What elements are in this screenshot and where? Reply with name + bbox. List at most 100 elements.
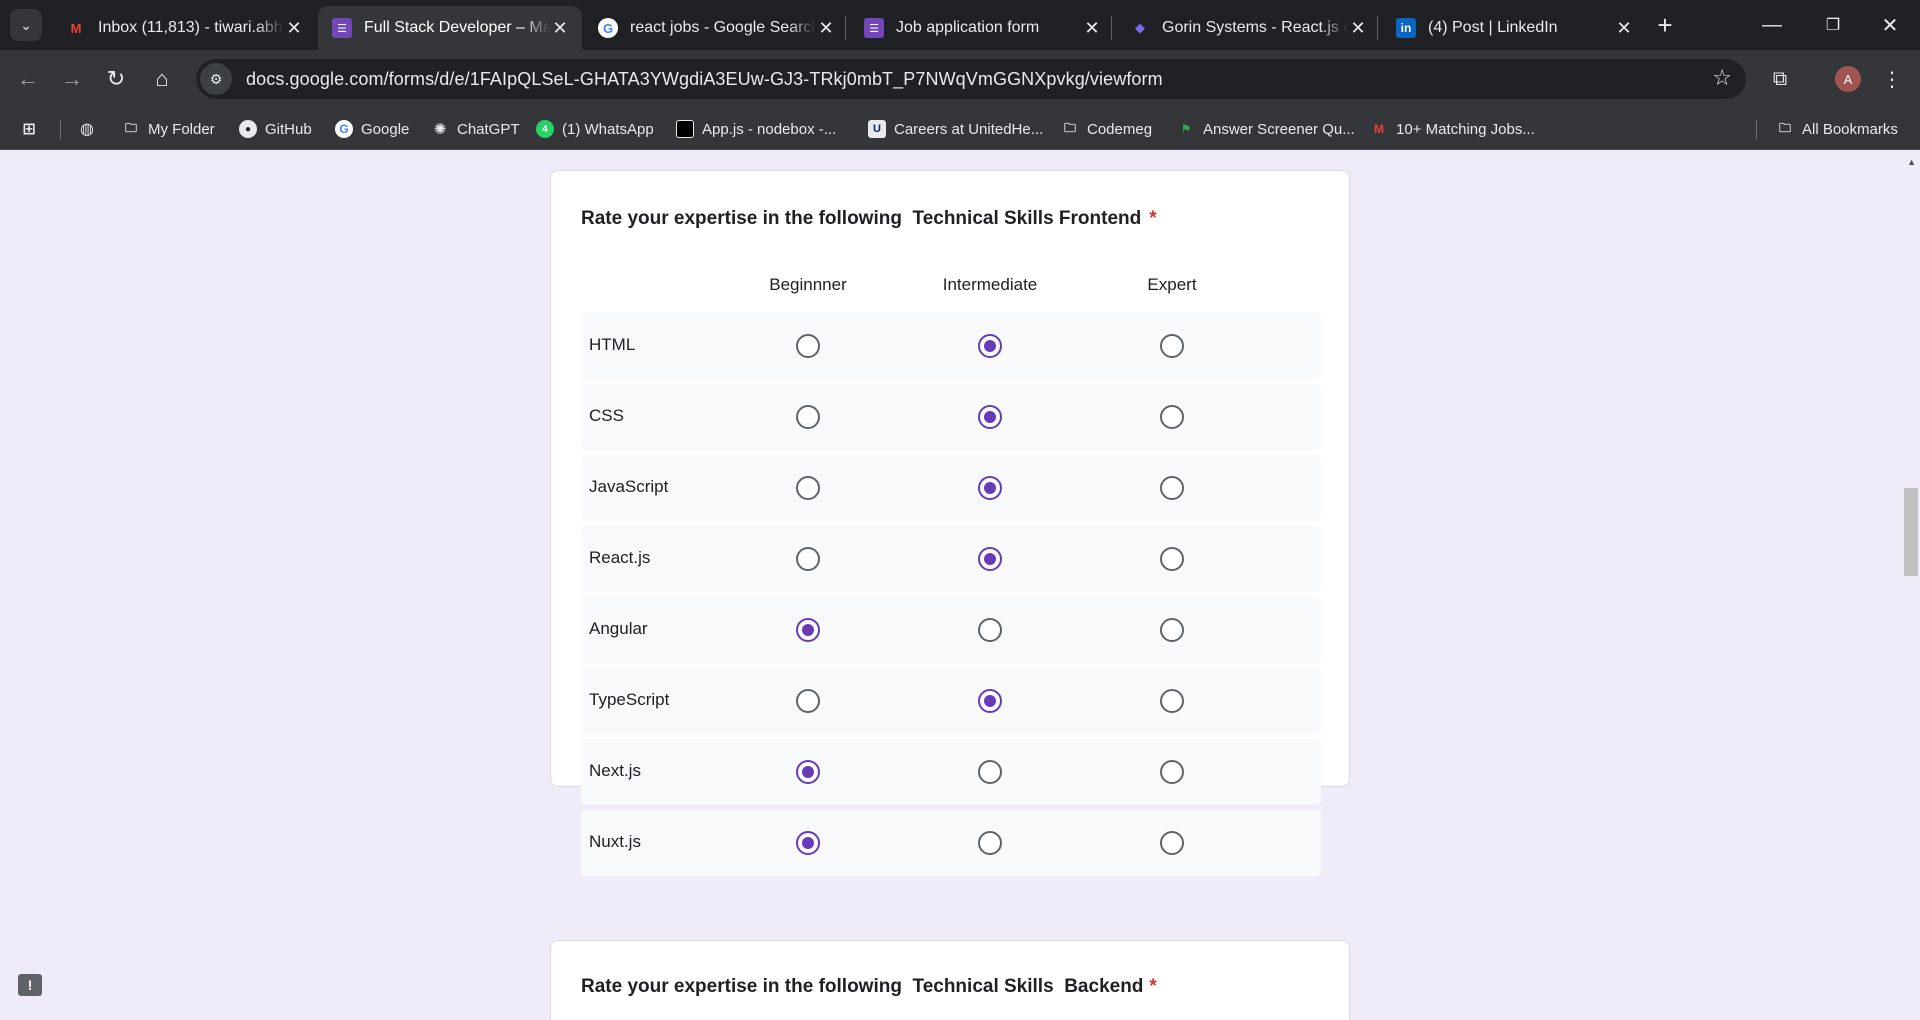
google-forms-icon: ☰ — [332, 18, 352, 38]
scrollbar-thumb[interactable] — [1904, 488, 1918, 576]
radio-intermediate[interactable] — [978, 618, 1002, 642]
bookmark-matching-jobs[interactable]: M 10+ Matching Jobs... — [1370, 118, 1535, 140]
url-text[interactable]: docs.google.com/forms/d/e/1FAIpQLSeL-GHA… — [246, 69, 1163, 90]
tab-gmail[interactable]: M Inbox (11,813) - tiwari.abhi ✕ — [52, 6, 316, 50]
bookmark-my-folder[interactable]: 🗀 My Folder — [122, 118, 215, 140]
bookmark-globe[interactable]: ◍ — [78, 118, 96, 140]
bookmark-nodebox[interactable]: App.js - nodebox -... — [676, 118, 836, 140]
bookmark-github[interactable]: ● GitHub — [239, 118, 312, 140]
address-bar[interactable]: ⚙ docs.google.com/forms/d/e/1FAIpQLSeL-G… — [196, 59, 1746, 99]
bookmark-unitedhealth[interactable]: U Careers at UnitedHe... — [868, 118, 1043, 140]
tab-linkedin[interactable]: in (4) Post | LinkedIn ✕ — [1382, 6, 1646, 50]
row-label: Next.js — [589, 761, 641, 780]
bookmark-chatgpt[interactable]: ✺ ChatGPT — [431, 118, 520, 140]
radio-expert[interactable] — [1160, 831, 1184, 855]
tab-title: Inbox (11,813) - tiwari.abhi — [98, 19, 284, 36]
radio-expert[interactable] — [1160, 689, 1184, 713]
bookmark-answer-screener[interactable]: ⚑ Answer Screener Qu... — [1177, 118, 1355, 140]
radio-dot — [984, 411, 996, 423]
radio-beginner[interactable] — [796, 689, 820, 713]
github-icon: ● — [239, 120, 257, 138]
grid-row-react-js: React.js — [581, 526, 1321, 592]
radio-expert[interactable] — [1160, 476, 1184, 500]
radio-intermediate[interactable] — [978, 689, 1002, 713]
radio-beginner[interactable] — [796, 760, 820, 784]
scroll-up-arrow-icon[interactable]: ▲ — [1907, 157, 1916, 167]
tab-job-application-form[interactable]: ☰ Job application form ✕ — [850, 6, 1114, 50]
radio-expert[interactable] — [1160, 405, 1184, 429]
radio-intermediate[interactable] — [978, 760, 1002, 784]
radio-dot — [802, 837, 814, 849]
restore-button[interactable]: ❐ — [1805, 4, 1861, 46]
close-icon[interactable]: ✕ — [816, 18, 836, 39]
tab-gorin-systems[interactable]: ◆ Gorin Systems - React.js & ✕ — [1116, 6, 1380, 50]
tab-separator — [1377, 16, 1378, 40]
report-feedback-button[interactable]: ! — [18, 974, 42, 996]
grid-row-javascript: JavaScript — [581, 455, 1321, 521]
arrow-left-icon: ← — [17, 66, 39, 91]
radio-beginner[interactable] — [796, 831, 820, 855]
minimize-icon: — — [1762, 13, 1782, 36]
radio-beginner[interactable] — [796, 334, 820, 358]
tab-strip: ⌄ M Inbox (11,813) - tiwari.abhi ✕ ☰ Ful… — [0, 0, 1920, 50]
row-label: HTML — [589, 335, 636, 354]
radio-beginner[interactable] — [796, 476, 820, 500]
home-button[interactable]: ⌂ — [146, 63, 178, 95]
apps-button[interactable]: ⊞ — [20, 118, 38, 140]
tab-full-stack-developer[interactable]: ☰ Full Stack Developer – Mas ✕ — [318, 6, 582, 50]
tab-title: Job application form — [896, 19, 1040, 36]
radio-intermediate[interactable] — [978, 405, 1002, 429]
bookmark-codemeg[interactable]: 🗀 Codemeg — [1061, 118, 1152, 140]
radio-beginner[interactable] — [796, 547, 820, 571]
radio-expert[interactable] — [1160, 760, 1184, 784]
profile-avatar[interactable]: A — [1835, 66, 1861, 92]
reload-button[interactable]: ↻ — [100, 63, 132, 95]
bookmark-separator — [1756, 120, 1757, 140]
close-icon[interactable]: ✕ — [1082, 18, 1102, 39]
puzzle-icon: ⧉ — [1772, 67, 1788, 90]
site-info-icon[interactable]: ⚙ — [200, 63, 232, 95]
all-bookmarks[interactable]: 🗀 All Bookmarks — [1776, 118, 1898, 140]
form-page: Rate your expertise in the following Tec… — [0, 151, 1920, 1020]
new-tab-button[interactable]: + — [1650, 10, 1680, 40]
profile-initial: A — [1843, 71, 1853, 87]
back-button[interactable]: ← — [12, 63, 44, 95]
radio-expert[interactable] — [1160, 334, 1184, 358]
radio-expert[interactable] — [1160, 618, 1184, 642]
radio-intermediate[interactable] — [978, 334, 1002, 358]
question-title-text: Rate your expertise in the following Tec… — [581, 976, 1144, 997]
menu-button[interactable]: ⋮ — [1876, 63, 1908, 95]
bookmark-whatsapp[interactable]: 4 (1) WhatsApp — [536, 118, 654, 140]
gorin-icon: ◆ — [1135, 20, 1145, 35]
radio-expert[interactable] — [1160, 547, 1184, 571]
codesandbox-icon — [676, 120, 694, 138]
bookmark-google[interactable]: G Google — [335, 118, 409, 140]
question-title: Rate your expertise in the following Tec… — [581, 208, 1157, 230]
tab-react-jobs[interactable]: G react jobs - Google Search ✕ — [584, 6, 848, 50]
radio-dot — [984, 340, 996, 352]
bookmark-label: Careers at UnitedHe... — [894, 120, 1044, 138]
bookmark-label: Codemeg — [1087, 120, 1153, 138]
close-window-button[interactable]: ✕ — [1862, 4, 1918, 46]
radio-dot — [984, 695, 996, 707]
radio-beginner[interactable] — [796, 618, 820, 642]
tab-title: (4) Post | LinkedIn — [1428, 19, 1558, 36]
radio-intermediate[interactable] — [978, 547, 1002, 571]
row-label: JavaScript — [589, 477, 669, 496]
close-icon[interactable]: ✕ — [1614, 18, 1634, 39]
scrollbar[interactable]: ▲ — [1904, 151, 1920, 1020]
tab-search-button[interactable]: ⌄ — [10, 9, 42, 41]
minimize-button[interactable]: — — [1744, 4, 1800, 46]
extensions-button[interactable]: ⧉ — [1764, 63, 1796, 95]
tab-title: react jobs - Google Search — [630, 19, 816, 36]
radio-intermediate[interactable] — [978, 831, 1002, 855]
radio-intermediate[interactable] — [978, 476, 1002, 500]
bookmark-star-icon[interactable]: ☆ — [1712, 65, 1732, 91]
grid-row-css: CSS — [581, 384, 1321, 450]
forward-button[interactable]: → — [56, 63, 88, 95]
close-icon[interactable]: ✕ — [550, 18, 570, 39]
close-icon[interactable]: ✕ — [1348, 18, 1368, 39]
radio-beginner[interactable] — [796, 405, 820, 429]
close-icon[interactable]: ✕ — [284, 18, 304, 39]
more-vert-icon: ⋮ — [1882, 68, 1902, 91]
